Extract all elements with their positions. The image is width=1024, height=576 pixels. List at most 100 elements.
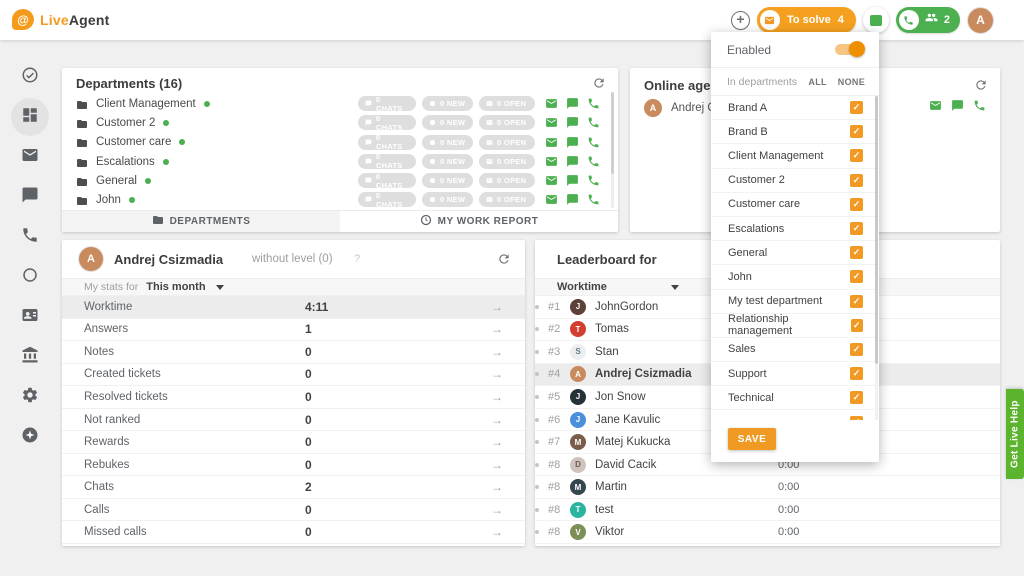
open-badge[interactable]: 0 OPEN <box>479 153 535 169</box>
open-badge[interactable]: 0 OPEN <box>479 192 535 208</box>
phone-action-icon[interactable] <box>587 155 600 168</box>
department-option-row[interactable]: Brand A <box>711 96 879 121</box>
department-row[interactable]: Customer care 0 CHATS 0 NEW 0 OPEN <box>62 133 618 152</box>
mail-action-icon[interactable] <box>545 116 558 129</box>
stat-row[interactable]: Not ranked 0 <box>62 409 525 432</box>
arrow-right-icon[interactable] <box>491 480 503 494</box>
new-badge[interactable]: 0 NEW <box>422 96 473 111</box>
checked-checkbox-icon[interactable] <box>850 318 863 332</box>
chats-badge[interactable]: 0 CHATS <box>358 152 416 170</box>
open-badge[interactable]: 0 OPEN <box>479 134 535 150</box>
stat-row[interactable]: Created tickets 0 <box>62 364 525 387</box>
department-row[interactable]: Client Management 0 CHATS 0 NEW 0 OPEN <box>62 94 618 113</box>
checked-checkbox-icon[interactable] <box>850 222 863 236</box>
checked-checkbox-icon[interactable] <box>850 294 863 308</box>
chevron-down-icon[interactable] <box>670 284 679 290</box>
arrow-right-icon[interactable] <box>491 390 503 404</box>
mail-action-icon[interactable] <box>545 136 558 149</box>
open-badge[interactable]: 0 OPEN <box>479 173 535 189</box>
get-live-help-button[interactable]: Get Live Help <box>1006 389 1024 479</box>
checked-checkbox-icon[interactable] <box>850 246 863 260</box>
department-option-row[interactable]: Escalations <box>711 217 879 242</box>
department-option-row[interactable]: Customer care <box>711 193 879 217</box>
sidebar-item-contacts[interactable] <box>11 298 49 336</box>
refresh-icon[interactable] <box>974 78 988 92</box>
tab-departments[interactable]: DEPARTMENTS <box>62 211 340 232</box>
sidebar-item-dashboard[interactable] <box>11 98 49 136</box>
sidebar-item-mail[interactable] <box>11 138 49 176</box>
enabled-toggle[interactable] <box>835 41 865 57</box>
checked-checkbox-icon[interactable] <box>850 367 863 381</box>
chat-action-icon[interactable] <box>566 136 579 149</box>
phone-status-button[interactable]: 2 <box>895 7 960 33</box>
department-option-row-partial[interactable] <box>711 410 879 420</box>
new-badge[interactable]: 0 NEW <box>422 192 473 208</box>
to-solve-button[interactable]: To solve 4 <box>756 7 856 33</box>
checked-checkbox-icon[interactable] <box>850 173 863 187</box>
leaderboard-row[interactable]: #8 M Martin 0:00 <box>535 476 1000 499</box>
sidebar-item-chat[interactable] <box>11 178 49 216</box>
mail-action-icon[interactable] <box>545 193 558 206</box>
chats-badge[interactable]: 0 CHATS <box>358 133 416 151</box>
sidebar-item-tickets[interactable] <box>11 58 49 96</box>
arrow-right-icon[interactable] <box>491 435 503 449</box>
chats-badge[interactable]: 0 CHATS <box>358 172 416 190</box>
chat-action-icon[interactable] <box>566 193 579 206</box>
sidebar-item-time[interactable] <box>11 258 49 296</box>
scrollbar-thumb[interactable] <box>611 92 614 174</box>
chevron-down-icon[interactable] <box>215 284 224 290</box>
mail-action-icon[interactable] <box>545 97 558 110</box>
arrow-right-icon[interactable] <box>491 322 503 336</box>
period-select[interactable]: This month <box>146 281 205 293</box>
leaderboard-row[interactable]: #8 V Viktor 0:00 <box>535 521 1000 545</box>
checked-checkbox-icon[interactable] <box>850 125 863 139</box>
stat-row[interactable]: Calls 0 <box>62 499 525 522</box>
sidebar-item-help[interactable] <box>11 418 49 456</box>
stat-row[interactable]: Rewards 0 <box>62 431 525 454</box>
checked-checkbox-icon[interactable] <box>850 149 863 163</box>
chats-badge[interactable]: 0 CHATS <box>358 191 416 209</box>
scrollbar-thumb[interactable] <box>875 96 878 364</box>
checked-checkbox-icon[interactable] <box>850 197 863 211</box>
arrow-right-icon[interactable] <box>491 525 503 539</box>
department-option-row[interactable]: My test department <box>711 290 879 314</box>
stat-row[interactable]: Missed calls 0 <box>62 521 525 545</box>
mail-action-icon[interactable] <box>545 155 558 168</box>
phone-action-icon[interactable] <box>587 136 600 149</box>
checked-checkbox-icon[interactable] <box>850 101 863 115</box>
mail-action-icon[interactable] <box>545 174 558 187</box>
department-option-row[interactable]: Relationship management <box>711 313 879 338</box>
sidebar-item-settings[interactable] <box>11 378 49 416</box>
checked-checkbox-icon[interactable] <box>850 270 863 284</box>
department-option-row[interactable]: John <box>711 265 879 290</box>
stat-row[interactable]: Rebukes 0 <box>62 454 525 477</box>
add-button[interactable]: + <box>730 10 750 30</box>
scrollbar[interactable] <box>875 96 878 420</box>
arrow-right-icon[interactable] <box>491 345 503 359</box>
refresh-icon[interactable] <box>497 252 511 266</box>
department-option-row[interactable]: Client Management <box>711 144 879 169</box>
sidebar-item-calls[interactable] <box>11 218 49 256</box>
chats-badge[interactable]: 0 CHATS <box>358 114 416 132</box>
department-row[interactable]: Customer 2 0 CHATS 0 NEW 0 OPEN <box>62 113 618 132</box>
help-icon[interactable]: ? <box>354 253 360 265</box>
select-all-link[interactable]: ALL <box>808 77 826 87</box>
stat-row[interactable]: Worktime 4:11 <box>62 296 525 319</box>
open-badge[interactable]: 0 OPEN <box>479 96 535 111</box>
department-row[interactable]: Escalations 0 CHATS 0 NEW 0 OPEN <box>62 152 618 171</box>
sidebar-item-academy[interactable] <box>11 338 49 376</box>
new-badge[interactable]: 0 NEW <box>422 173 473 189</box>
stat-row[interactable]: Answers 1 <box>62 319 525 342</box>
liveagent-logo[interactable]: @ LiveAgent <box>12 9 110 30</box>
user-avatar[interactable]: A <box>967 6 994 34</box>
toggle-knob[interactable] <box>849 41 865 57</box>
open-badge[interactable]: 0 OPEN <box>479 115 535 131</box>
new-badge[interactable]: 0 NEW <box>422 153 473 169</box>
arrow-right-icon[interactable] <box>491 458 503 472</box>
arrow-right-icon[interactable] <box>491 503 503 517</box>
checked-checkbox-icon[interactable] <box>850 391 863 405</box>
department-option-row[interactable]: Support <box>711 362 879 387</box>
refresh-icon[interactable] <box>592 76 606 90</box>
checked-checkbox-icon[interactable] <box>850 342 863 356</box>
select-none-link[interactable]: NONE <box>838 77 865 87</box>
